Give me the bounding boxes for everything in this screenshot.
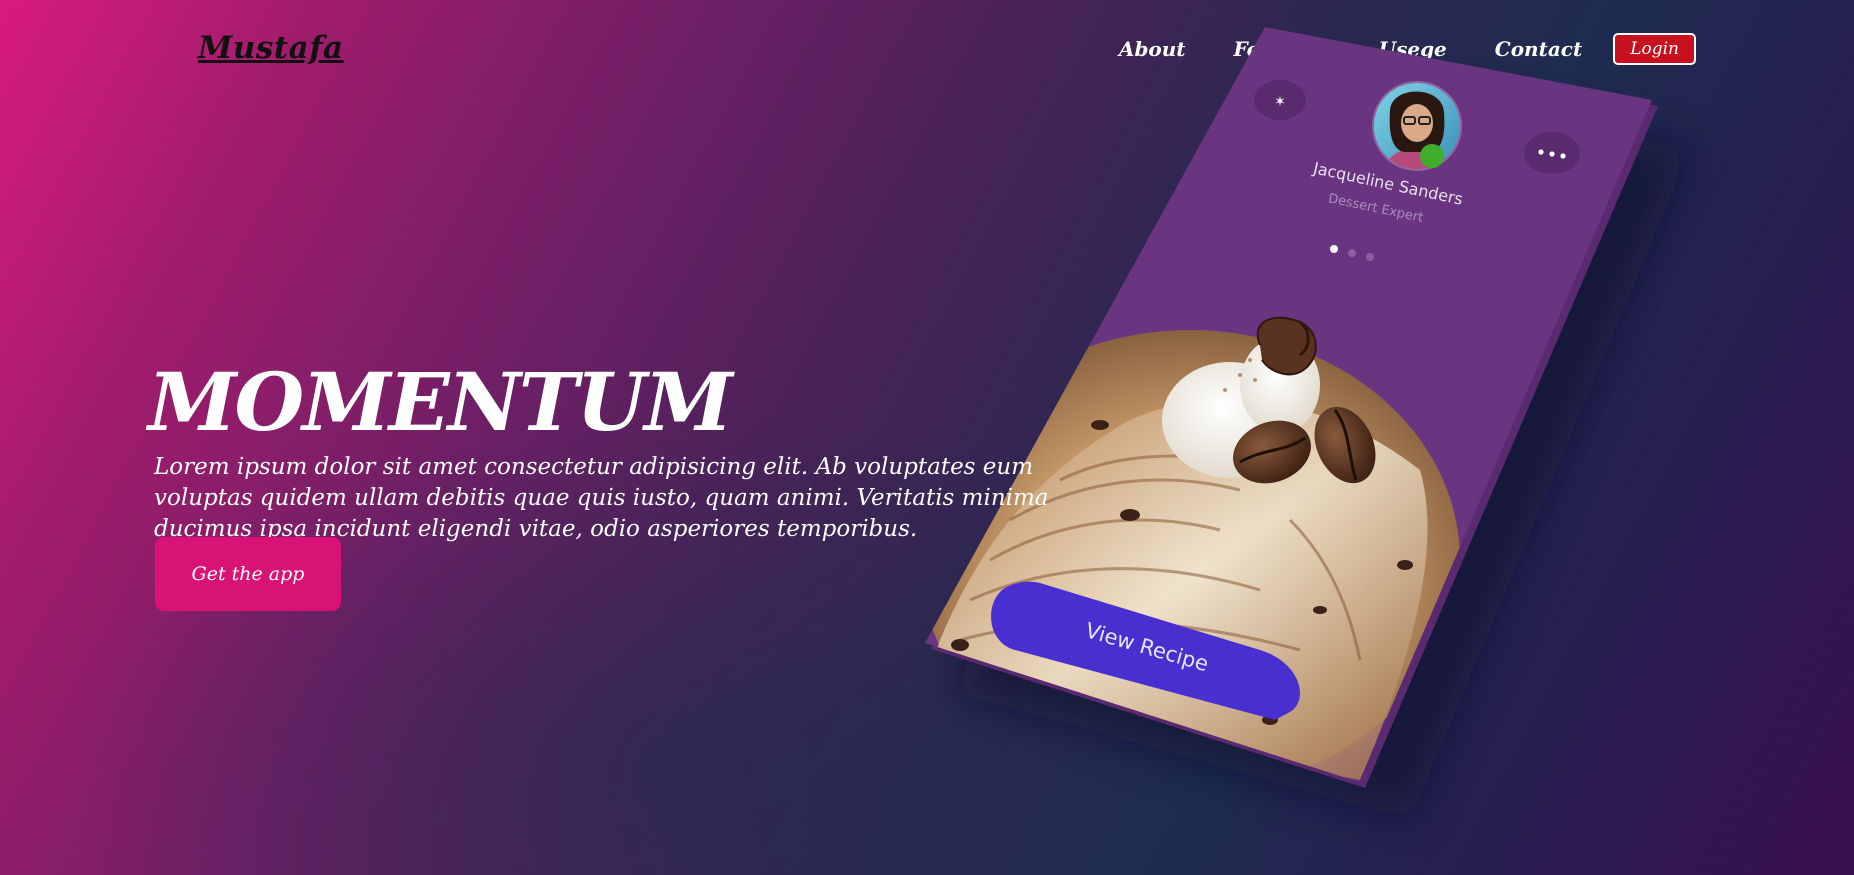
avatar[interactable] (1372, 81, 1462, 192)
get-app-button[interactable]: Get the app (155, 537, 341, 611)
online-status-indicator (1420, 144, 1444, 168)
star-icon: ✶ (1274, 94, 1286, 110)
landing-page: Mustafa About Features Usege Contact Log… (0, 0, 1854, 875)
ice-cream-image (925, 316, 1460, 782)
view-recipe-button[interactable]: View Recipe (991, 581, 1300, 720)
nav-link-features[interactable]: Features (1234, 37, 1331, 61)
more-options-button[interactable] (1524, 132, 1580, 174)
nav-link-contact[interactable]: Contact (1495, 37, 1582, 61)
brand-logo[interactable]: Mustafa (198, 30, 344, 66)
profile-name: Jacqueline Sanders (1311, 158, 1465, 208)
main-nav: About Features Usege Contact Login (1119, 33, 1696, 65)
profile-role: Dessert Expert (1327, 191, 1425, 226)
carousel-dots[interactable] (1330, 245, 1374, 261)
login-button[interactable]: Login (1613, 33, 1696, 65)
nav-link-usage[interactable]: Usege (1379, 37, 1447, 61)
hero-title: MOMENTUM (148, 354, 733, 449)
favorite-button[interactable]: ✶ (1254, 80, 1306, 120)
nav-link-about[interactable]: About (1119, 37, 1186, 61)
hero-description: Lorem ipsum dolor sit amet consectetur a… (154, 454, 1049, 542)
